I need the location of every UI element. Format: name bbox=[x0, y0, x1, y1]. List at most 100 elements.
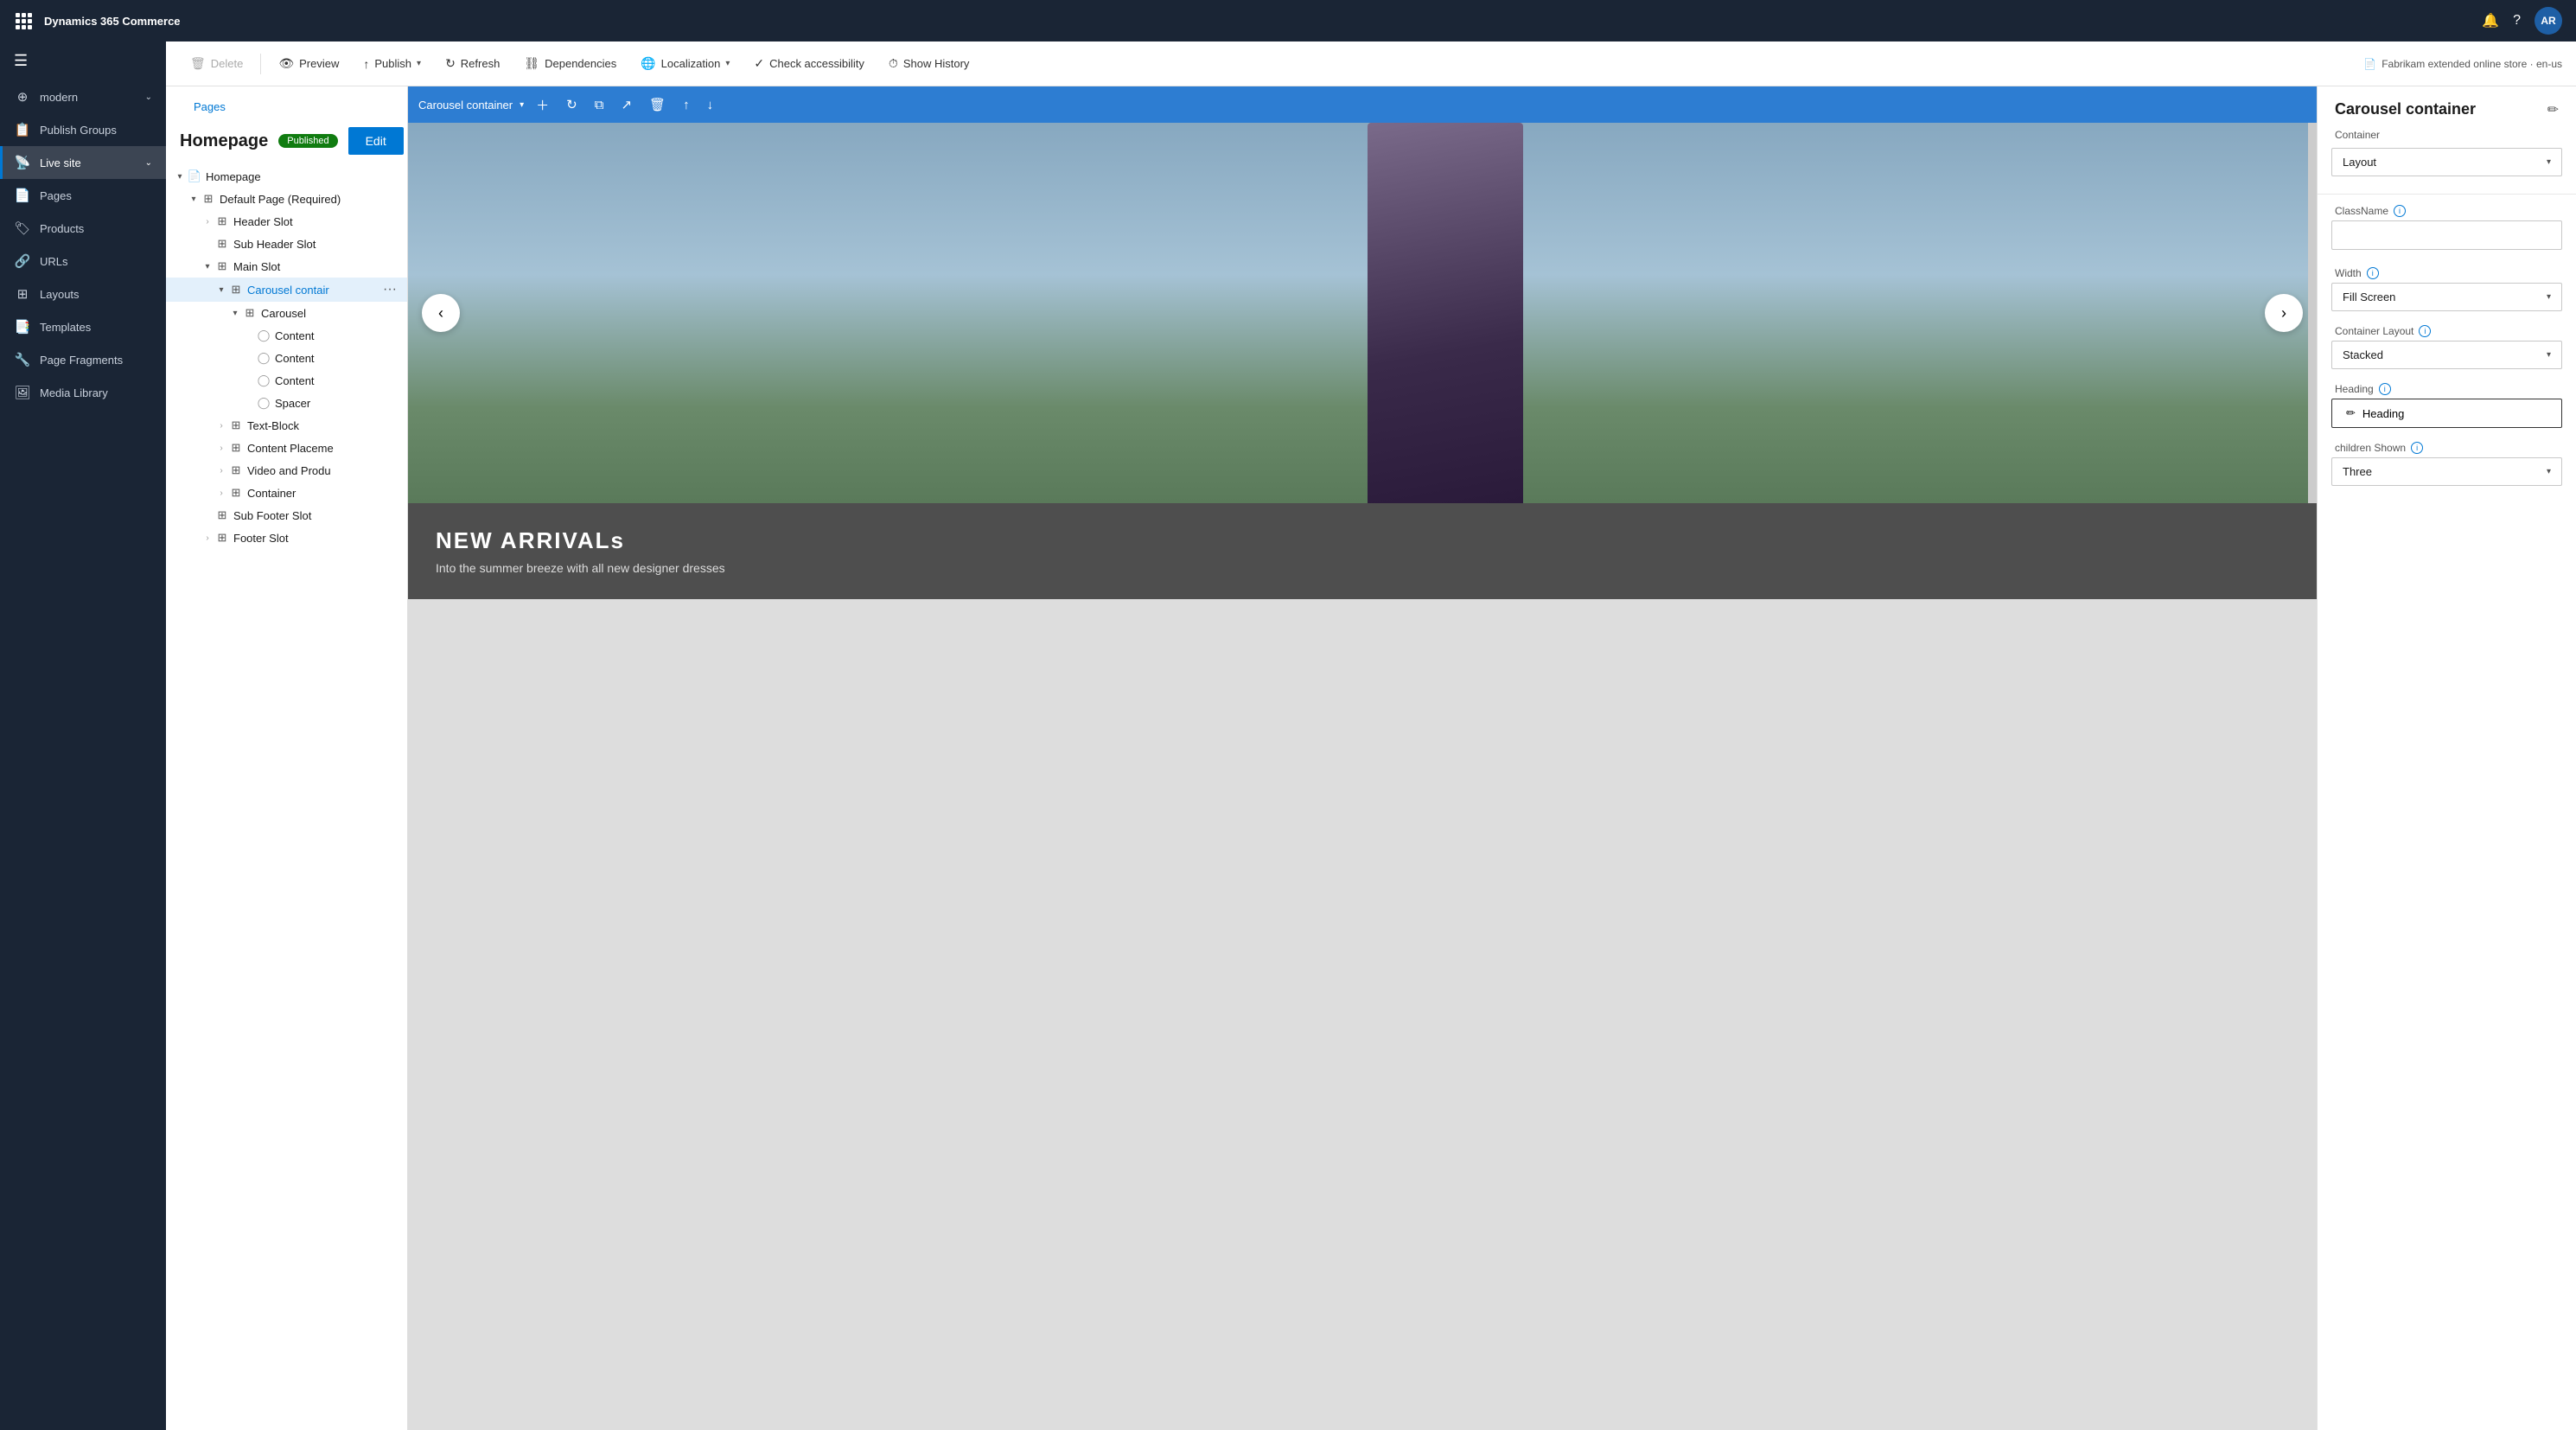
tree-item-carousel-container[interactable]: ▾ ⊞ Carousel contair ··· bbox=[166, 278, 407, 302]
sidebar-item-urls[interactable]: 🔗 URLs bbox=[0, 245, 166, 278]
tree-item-content-2[interactable]: › ◯ Content bbox=[166, 347, 407, 369]
tree-item-carousel[interactable]: ▾ ⊞ Carousel bbox=[166, 302, 407, 324]
tree-item-label: Video and Produ bbox=[247, 464, 400, 477]
tree-item-content-1[interactable]: › ◯ Content bbox=[166, 324, 407, 347]
preview-button[interactable]: 👁 Preview bbox=[268, 51, 349, 76]
container-layout-info-icon[interactable]: i bbox=[2419, 325, 2431, 337]
module-chevron-icon: ▾ bbox=[520, 100, 524, 110]
children-shown-dropdown[interactable]: Three ▾ bbox=[2331, 457, 2562, 486]
classname-info-icon[interactable]: i bbox=[2394, 205, 2406, 217]
tree-item-container[interactable]: › ⊞ Container bbox=[166, 482, 407, 504]
localization-icon: 🌐 bbox=[641, 56, 655, 71]
sidebar-item-modern[interactable]: ⊕ modern ⌄ bbox=[0, 80, 166, 113]
props-edit-icon[interactable]: ✏ bbox=[2547, 101, 2559, 118]
width-dropdown[interactable]: Fill Screen ▾ bbox=[2331, 283, 2562, 311]
add-module-button[interactable]: ＋ bbox=[531, 93, 554, 118]
tree-item-homepage[interactable]: ▾ 📄 Homepage bbox=[166, 165, 407, 188]
tree-node-icon: ⊞ bbox=[214, 214, 230, 228]
sidebar-item-layouts[interactable]: ⊞ Layouts bbox=[0, 278, 166, 310]
classname-input[interactable] bbox=[2331, 220, 2562, 250]
layout-dropdown[interactable]: Layout ▾ bbox=[2331, 148, 2562, 176]
heading-info-icon[interactable]: i bbox=[2379, 383, 2391, 395]
dependencies-button[interactable]: ⛓ Dependencies bbox=[513, 51, 627, 76]
tree-item-main-slot[interactable]: ▾ ⊞ Main Slot bbox=[166, 255, 407, 278]
delete-button[interactable]: 🗑 Delete bbox=[180, 51, 253, 76]
edit-button[interactable]: Edit bbox=[348, 127, 404, 155]
sidebar-label-products: Products bbox=[40, 222, 152, 235]
container-layout-dropdown-chevron-icon: ▾ bbox=[2547, 350, 2551, 360]
publish-button[interactable]: ↑ Publish ▾ bbox=[353, 52, 431, 76]
help-button[interactable]: ? bbox=[2513, 13, 2521, 29]
tree-item-sub-header-slot[interactable]: › ⊞ Sub Header Slot bbox=[166, 233, 407, 255]
tree-item-label: Carousel bbox=[261, 307, 400, 320]
tree-item-header-slot[interactable]: › ⊞ Header Slot bbox=[166, 210, 407, 233]
tree-item-text-block[interactable]: › ⊞ Text-Block bbox=[166, 414, 407, 437]
sidebar-item-products[interactable]: 🏷 Products bbox=[0, 212, 166, 245]
tree-item-spacer[interactable]: › ◯ Spacer bbox=[166, 392, 407, 414]
templates-icon: 📑 bbox=[14, 319, 31, 335]
tree-item-label: Content bbox=[275, 352, 400, 365]
move-up-button[interactable]: ↑ bbox=[678, 94, 695, 116]
width-info-icon[interactable]: i bbox=[2367, 267, 2379, 279]
carousel-text-overlay: NEW ARRIVALs Into the summer breeze with… bbox=[408, 503, 2317, 599]
accessibility-button[interactable]: ✓ Check accessibility bbox=[743, 51, 875, 76]
carousel-preview: ‹ › NEW ARRIVALs Into the summer breeze … bbox=[408, 123, 2317, 1430]
preview-toolbar: Carousel container ▾ ＋ ↻ ⧉ ↗ 🗑 ↑ ↓ bbox=[408, 86, 2317, 123]
export-module-button[interactable]: ↗ bbox=[615, 93, 637, 116]
children-shown-info-icon[interactable]: i bbox=[2411, 442, 2423, 454]
sidebar-item-publish-groups[interactable]: 📋 Publish Groups bbox=[0, 113, 166, 146]
refresh-module-button[interactable]: ↻ bbox=[561, 93, 583, 116]
carousel-image-area: ‹ › bbox=[408, 123, 2317, 503]
carousel-next-button[interactable]: › bbox=[2265, 294, 2303, 332]
sidebar-item-media-library[interactable]: 🖼 Media Library bbox=[0, 376, 166, 409]
notifications-button[interactable]: 🔔 bbox=[2482, 12, 2499, 29]
sidebar-item-templates[interactable]: 📑 Templates bbox=[0, 310, 166, 343]
tree-chevron-icon: ▾ bbox=[173, 172, 187, 182]
tree-node-icon: ⊞ bbox=[214, 508, 230, 522]
copy-module-button[interactable]: ⧉ bbox=[590, 94, 609, 116]
avatar[interactable]: AR bbox=[2535, 7, 2562, 35]
breadcrumb[interactable]: Pages bbox=[180, 93, 239, 120]
container-layout-dropdown[interactable]: Stacked ▾ bbox=[2331, 341, 2562, 369]
tree-item-footer-slot[interactable]: › ⊞ Footer Slot bbox=[166, 527, 407, 549]
tree-item-default-page[interactable]: ▾ ⊞ Default Page (Required) bbox=[166, 188, 407, 210]
tree-item-label: Main Slot bbox=[233, 260, 400, 273]
tree-item-video-prod[interactable]: › ⊞ Video and Produ bbox=[166, 459, 407, 482]
more-options-icon[interactable]: ··· bbox=[379, 282, 400, 297]
move-down-button[interactable]: ↓ bbox=[702, 94, 719, 116]
refresh-button[interactable]: ↻ Refresh bbox=[435, 51, 510, 76]
tree-chevron-icon: › bbox=[214, 421, 228, 431]
publish-icon: ↑ bbox=[363, 57, 369, 71]
heading-btn-label: Heading bbox=[2362, 407, 2404, 420]
delete-label: Delete bbox=[211, 57, 244, 70]
localization-button[interactable]: 🌐 Localization ▾ bbox=[630, 51, 740, 76]
separator-1 bbox=[260, 54, 261, 74]
tree-chevron-icon: › bbox=[201, 217, 214, 227]
module-name-label: Carousel container bbox=[418, 99, 513, 112]
props-title: Carousel container bbox=[2335, 100, 2476, 118]
container-layout-dropdown-label: Stacked bbox=[2343, 348, 2383, 361]
heading-button[interactable]: ✏ Heading bbox=[2331, 399, 2562, 428]
sidebar-toggle[interactable]: ☰ bbox=[0, 41, 166, 80]
tree-item-content-3[interactable]: › ◯ Content bbox=[166, 369, 407, 392]
top-nav: Dynamics 365 Commerce 🔔 ? AR bbox=[0, 0, 2576, 41]
delete-module-button[interactable]: 🗑 bbox=[644, 93, 671, 116]
container-layout-field-label: Container Layout i bbox=[2318, 322, 2576, 341]
sidebar-item-page-fragments[interactable]: 🔧 Page Fragments bbox=[0, 343, 166, 376]
nav-icons: 🔔 ? AR bbox=[2482, 7, 2562, 35]
tree-item-content-placement[interactable]: › ⊞ Content Placeme bbox=[166, 437, 407, 459]
sidebar-item-pages[interactable]: 📄 Pages bbox=[0, 179, 166, 212]
tree-item-label: Container bbox=[247, 487, 400, 500]
tree-node-icon: ⊞ bbox=[228, 283, 244, 297]
classname-label: ClassName bbox=[2335, 205, 2388, 217]
sidebar-item-live-site[interactable]: 📡 Live site ⌄ bbox=[0, 146, 166, 179]
sidebar-label-publish-groups: Publish Groups bbox=[40, 124, 152, 137]
published-badge: Published bbox=[278, 134, 337, 148]
tree-item-sub-footer-slot[interactable]: › ⊞ Sub Footer Slot bbox=[166, 504, 407, 527]
preview-canvas: ‹ › NEW ARRIVALs Into the summer breeze … bbox=[408, 123, 2317, 1430]
carousel-prev-button[interactable]: ‹ bbox=[422, 294, 460, 332]
history-button[interactable]: ⏱ Show History bbox=[878, 51, 980, 76]
tree-scroll: ▾ 📄 Homepage ▾ ⊞ Default Page (Required)… bbox=[166, 165, 407, 1430]
tree-item-label: Content Placeme bbox=[247, 442, 400, 455]
waffle-menu-button[interactable] bbox=[14, 11, 34, 31]
